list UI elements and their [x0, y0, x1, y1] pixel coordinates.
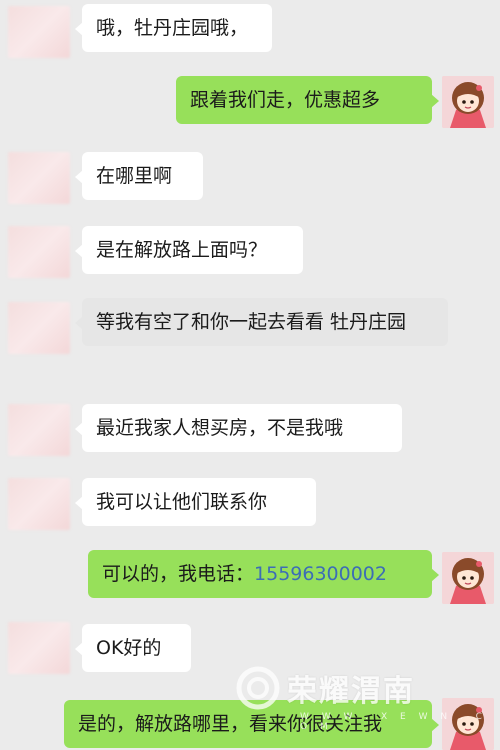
watermark-url: W W W . X E W N . C O M — [300, 712, 487, 732]
contact-avatar[interactable] — [8, 478, 70, 530]
weibo-swirl-icon — [236, 666, 280, 710]
contact-avatar[interactable] — [8, 152, 70, 204]
message-text: 我可以让他们联系你 — [96, 491, 268, 513]
message-bubble-incoming[interactable]: 在哪里啊 — [75, 152, 203, 200]
message-bubble-outgoing[interactable]: 可以的，我电话：15596300002 — [88, 550, 439, 598]
contact-avatar[interactable] — [8, 226, 70, 278]
message-text: 是在解放路上面吗？ — [96, 239, 268, 261]
message-text: 哦，牡丹庄园哦， — [96, 17, 249, 39]
contact-avatar[interactable] — [8, 302, 70, 354]
girl-avatar-icon — [442, 76, 494, 128]
message-text: 等我有空了和你一起去看看 牡丹庄园 — [96, 311, 407, 333]
phone-number-link[interactable]: 15596300002 — [254, 563, 387, 585]
watermark-text: 荣耀渭南 — [287, 674, 415, 709]
message-text: 在哪里啊 — [96, 165, 173, 187]
contact-avatar[interactable] — [8, 6, 70, 58]
message-text: OK好的 — [96, 637, 162, 659]
message-bubble-incoming[interactable]: 是在解放路上面吗？ — [75, 226, 303, 274]
message-bubble-incoming[interactable]: 哦，牡丹庄园哦， — [75, 4, 272, 52]
message-bubble-incoming[interactable]: 我可以让他们联系你 — [75, 478, 316, 526]
user-avatar[interactable] — [442, 552, 494, 604]
message-bubble-incoming-selected[interactable]: 等我有空了和你一起去看看 牡丹庄园 — [75, 298, 448, 346]
message-bubble-incoming[interactable]: OK好的 — [75, 624, 191, 672]
message-bubble-incoming[interactable]: 最近我家人想买房，不是我哦 — [75, 404, 402, 452]
watermark: 荣耀渭南 — [235, 665, 415, 711]
message-text: 可以的，我电话： — [102, 563, 255, 585]
contact-avatar[interactable] — [8, 404, 70, 456]
contact-avatar[interactable] — [8, 622, 70, 674]
message-text: 最近我家人想买房，不是我哦 — [96, 417, 344, 439]
message-text: 跟着我们走，优惠超多 — [190, 89, 381, 111]
girl-avatar-icon — [442, 552, 494, 604]
user-avatar[interactable] — [442, 76, 494, 128]
message-bubble-outgoing[interactable]: 跟着我们走，优惠超多 — [176, 76, 439, 124]
